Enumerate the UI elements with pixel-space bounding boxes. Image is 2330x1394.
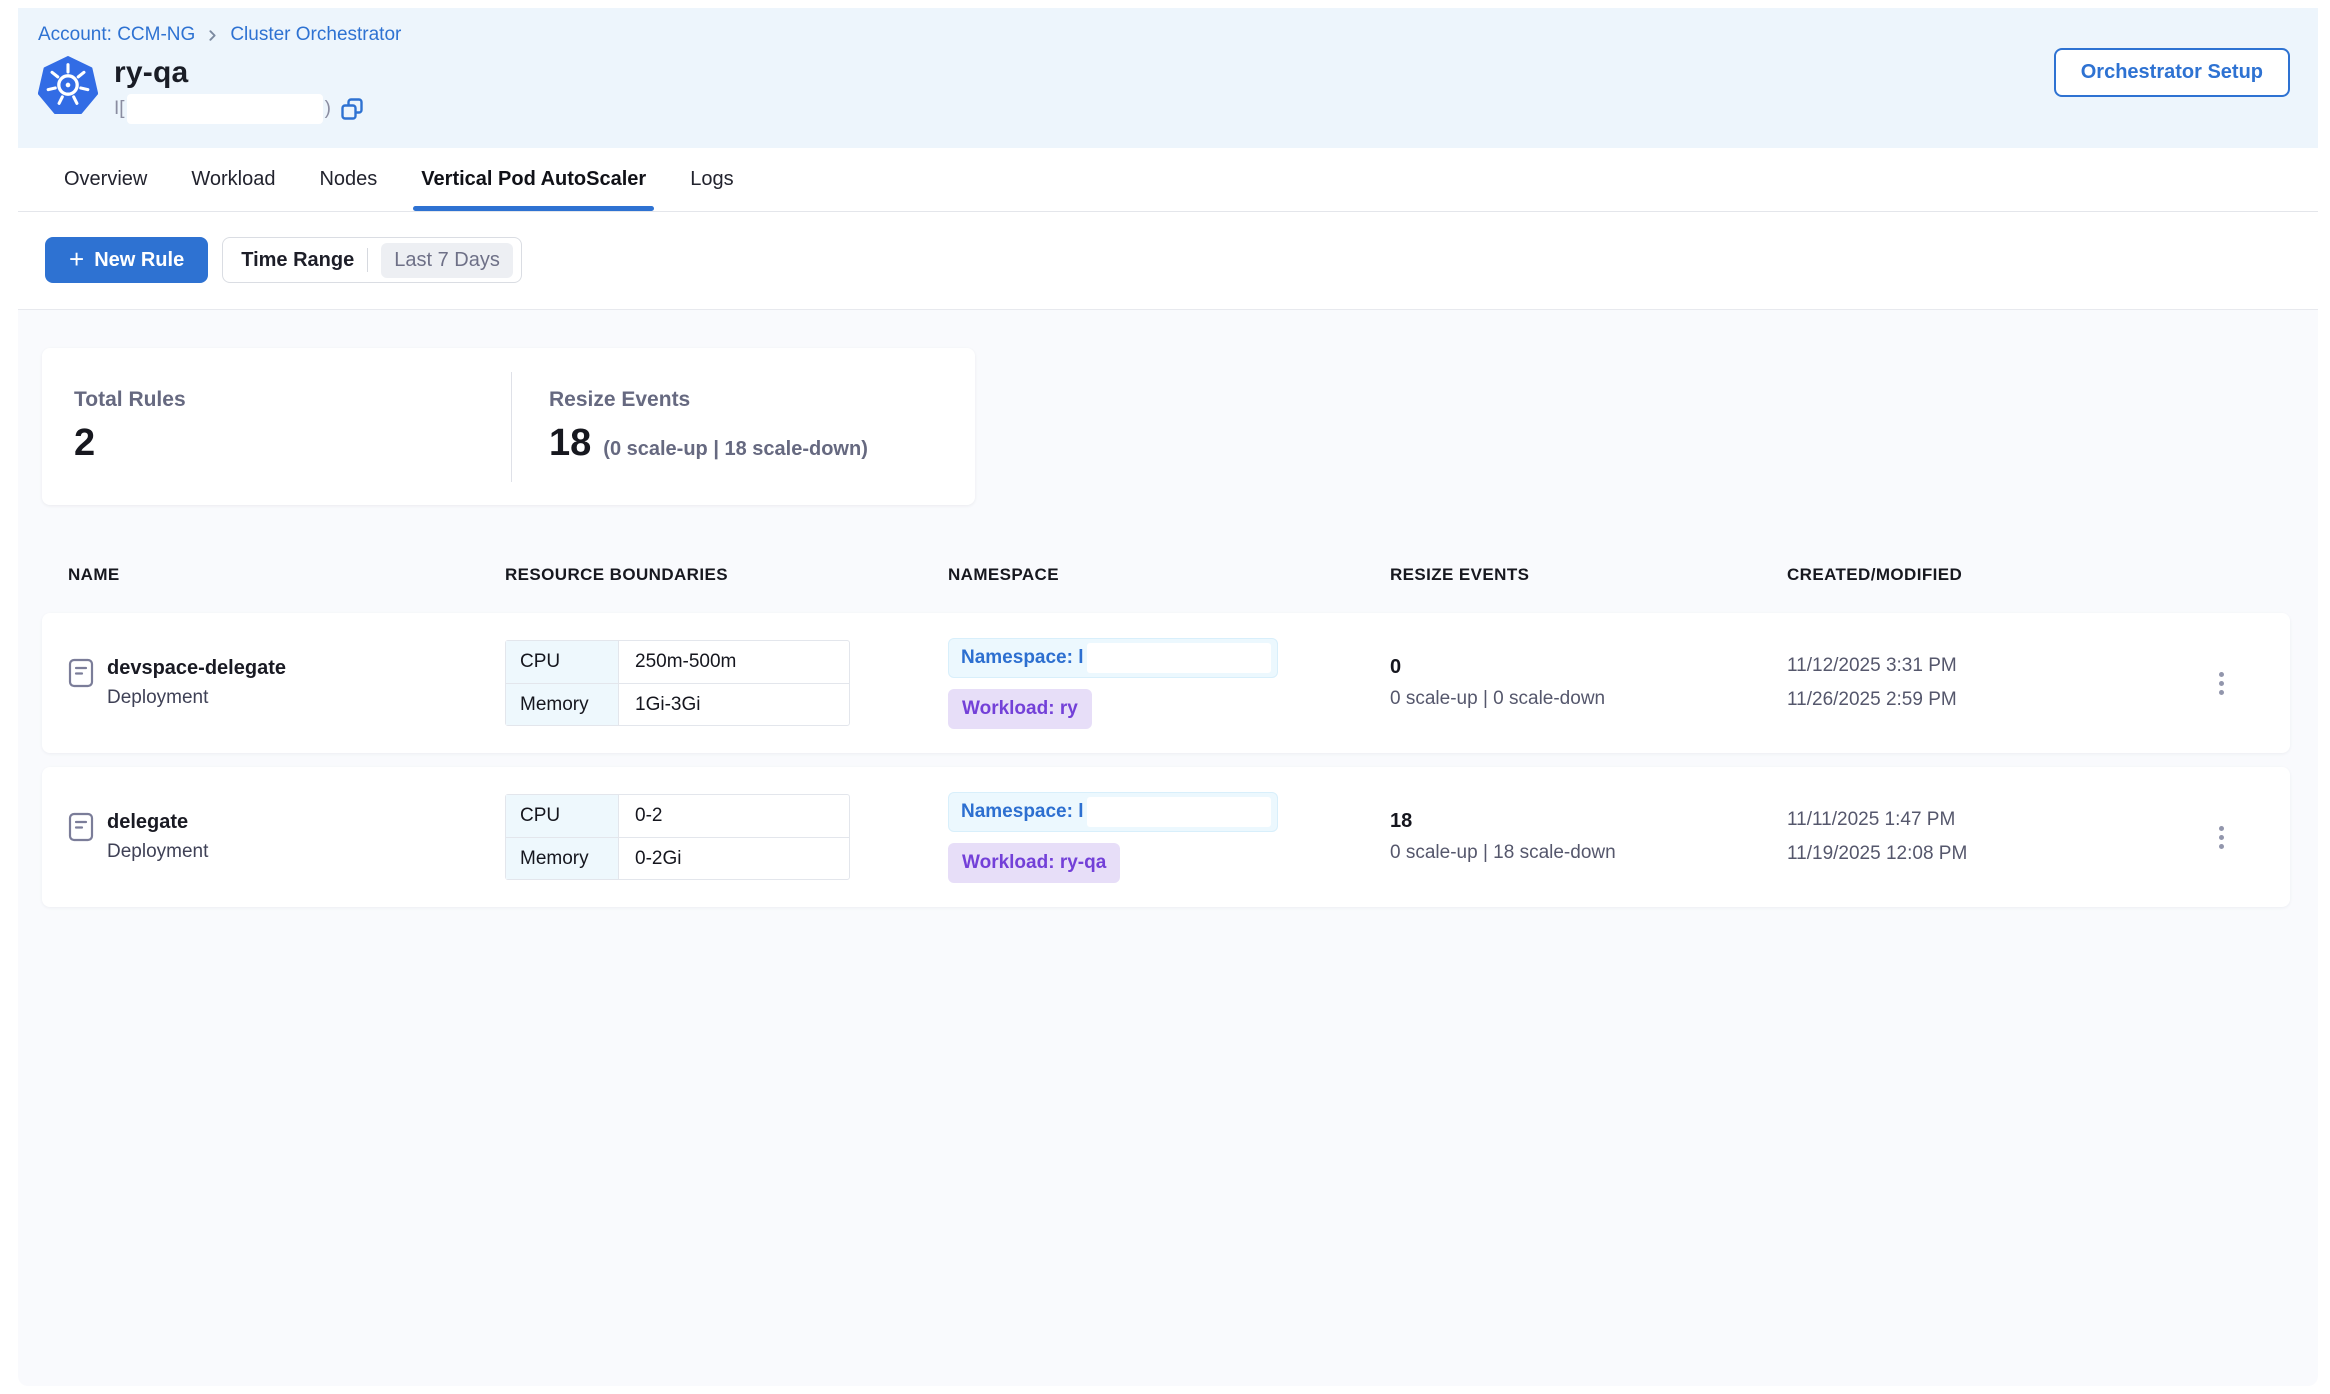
resize-count: 0	[1390, 656, 1787, 679]
created-modified-cell: 11/11/2025 1:47 PM 11/19/2025 12:08 PM	[1787, 803, 2200, 871]
table-row: devspace-delegate Deployment CPU 250m-50…	[42, 613, 2290, 753]
cluster-id-row: I[ )	[114, 93, 365, 125]
namespace-redacted	[1087, 797, 1271, 827]
tab-bar: Overview Workload Nodes Vertical Pod Aut…	[18, 148, 2318, 212]
kubernetes-icon	[38, 56, 98, 114]
cluster-id-suffix: )	[325, 98, 331, 120]
cluster-id-redacted	[127, 94, 323, 124]
resize-count: 18	[1390, 810, 1787, 833]
cluster-orchestrator-app: Account: CCM-NG Cluster Orchestrator	[18, 8, 2318, 1386]
breadcrumb-page-link[interactable]: Cluster Orchestrator	[230, 24, 401, 46]
created-date: 11/11/2025 1:47 PM	[1787, 803, 2200, 837]
toolbar: + New Rule Time Range Last 7 Days	[18, 212, 2318, 310]
cluster-header: Account: CCM-NG Cluster Orchestrator	[18, 8, 2318, 148]
cpu-label: CPU	[506, 641, 619, 683]
tab-nodes[interactable]: Nodes	[319, 148, 377, 211]
rule-kind: Deployment	[107, 841, 208, 863]
total-rules-stat: Total Rules 2	[42, 388, 511, 465]
page-title: ry-qa	[114, 56, 365, 90]
resource-boundaries-cell: CPU 0-2 Memory 0-2Gi	[505, 794, 948, 880]
rules-table: NAME RESOURCE BOUNDARIES NAMESPACE RESIZ…	[42, 555, 2290, 907]
plus-icon: +	[69, 246, 84, 272]
created-date: 11/12/2025 3:31 PM	[1787, 649, 2200, 683]
breadcrumb: Account: CCM-NG Cluster Orchestrator	[38, 24, 2290, 46]
namespace-tag-label: Namespace: l	[961, 801, 1084, 823]
total-rules-label: Total Rules	[74, 388, 511, 412]
resize-events-label: Resize Events	[549, 388, 868, 412]
namespace-redacted	[1087, 643, 1271, 673]
modified-date: 11/26/2025 2:59 PM	[1787, 683, 2200, 717]
resize-events-stat: Resize Events 18 (0 scale-up | 18 scale-…	[512, 388, 868, 465]
document-icon	[68, 658, 94, 693]
resize-detail: 0 scale-up | 0 scale-down	[1390, 688, 1787, 710]
workload-tag: Workload: ry	[948, 689, 1092, 729]
rules-table-header: NAME RESOURCE BOUNDARIES NAMESPACE RESIZ…	[42, 555, 2290, 595]
cpu-value: 0-2	[619, 795, 849, 837]
orchestrator-setup-button[interactable]: Orchestrator Setup	[2054, 48, 2290, 97]
document-icon	[68, 812, 94, 847]
namespace-tag[interactable]: Namespace: l	[948, 792, 1278, 832]
column-header-created-modified: CREATED/MODIFIED	[1787, 565, 2200, 585]
column-header-namespace: NAMESPACE	[948, 565, 1390, 585]
tab-logs[interactable]: Logs	[690, 148, 733, 211]
namespace-tag-label: Namespace: l	[961, 647, 1084, 669]
resize-events-cell: 18 0 scale-up | 18 scale-down	[1390, 810, 1787, 864]
namespace-cell: Namespace: l Workload: ry-qa	[948, 792, 1390, 883]
cpu-value: 250m-500m	[619, 641, 849, 683]
column-header-resize-events: RESIZE EVENTS	[1390, 565, 1787, 585]
rule-name-cell: devspace-delegate Deployment	[68, 657, 505, 709]
breadcrumb-account-link[interactable]: Account: CCM-NG	[38, 24, 195, 46]
cpu-label: CPU	[506, 795, 619, 837]
memory-label: Memory	[506, 684, 619, 725]
total-rules-value: 2	[74, 422, 95, 465]
tab-overview[interactable]: Overview	[64, 148, 147, 211]
rule-name: devspace-delegate	[107, 657, 286, 680]
vpa-content: Total Rules 2 Resize Events 18 (0 scale-…	[18, 310, 2318, 1386]
memory-value: 1Gi-3Gi	[619, 684, 849, 725]
resource-boundaries-cell: CPU 250m-500m Memory 1Gi-3Gi	[505, 640, 948, 726]
copy-icon[interactable]	[339, 96, 365, 122]
created-modified-cell: 11/12/2025 3:31 PM 11/26/2025 2:59 PM	[1787, 649, 2200, 717]
workload-tag: Workload: ry-qa	[948, 843, 1120, 883]
row-actions-kebab-icon[interactable]	[2200, 816, 2242, 858]
namespace-tag[interactable]: Namespace: l	[948, 638, 1278, 678]
memory-value: 0-2Gi	[619, 838, 849, 879]
new-rule-label: New Rule	[94, 249, 184, 272]
resize-events-detail: (0 scale-up | 18 scale-down)	[603, 438, 868, 461]
new-rule-button[interactable]: + New Rule	[45, 237, 208, 283]
namespace-cell: Namespace: l Workload: ry	[948, 638, 1390, 729]
modified-date: 11/19/2025 12:08 PM	[1787, 837, 2200, 871]
chevron-right-icon	[205, 28, 220, 43]
resize-events-value: 18	[549, 422, 591, 465]
tab-vertical-pod-autoscaler[interactable]: Vertical Pod AutoScaler	[421, 148, 646, 211]
rule-name: delegate	[107, 811, 208, 834]
table-row: delegate Deployment CPU 0-2 Memory 0-2Gi	[42, 767, 2290, 907]
column-header-resource-boundaries: RESOURCE BOUNDARIES	[505, 565, 948, 585]
resize-detail: 0 scale-up | 18 scale-down	[1390, 842, 1787, 864]
memory-label: Memory	[506, 838, 619, 879]
rule-kind: Deployment	[107, 687, 286, 709]
summary-card: Total Rules 2 Resize Events 18 (0 scale-…	[42, 348, 975, 505]
rule-name-cell: delegate Deployment	[68, 811, 505, 863]
cluster-id-prefix: I[	[114, 98, 125, 120]
divider	[367, 248, 368, 272]
column-header-name: NAME	[68, 565, 505, 585]
time-range-label: Time Range	[241, 249, 354, 272]
tab-workload[interactable]: Workload	[191, 148, 275, 211]
time-range-value: Last 7 Days	[381, 243, 513, 278]
row-actions-kebab-icon[interactable]	[2200, 662, 2242, 704]
resize-events-cell: 0 0 scale-up | 0 scale-down	[1390, 656, 1787, 710]
time-range-selector[interactable]: Time Range Last 7 Days	[222, 237, 522, 283]
